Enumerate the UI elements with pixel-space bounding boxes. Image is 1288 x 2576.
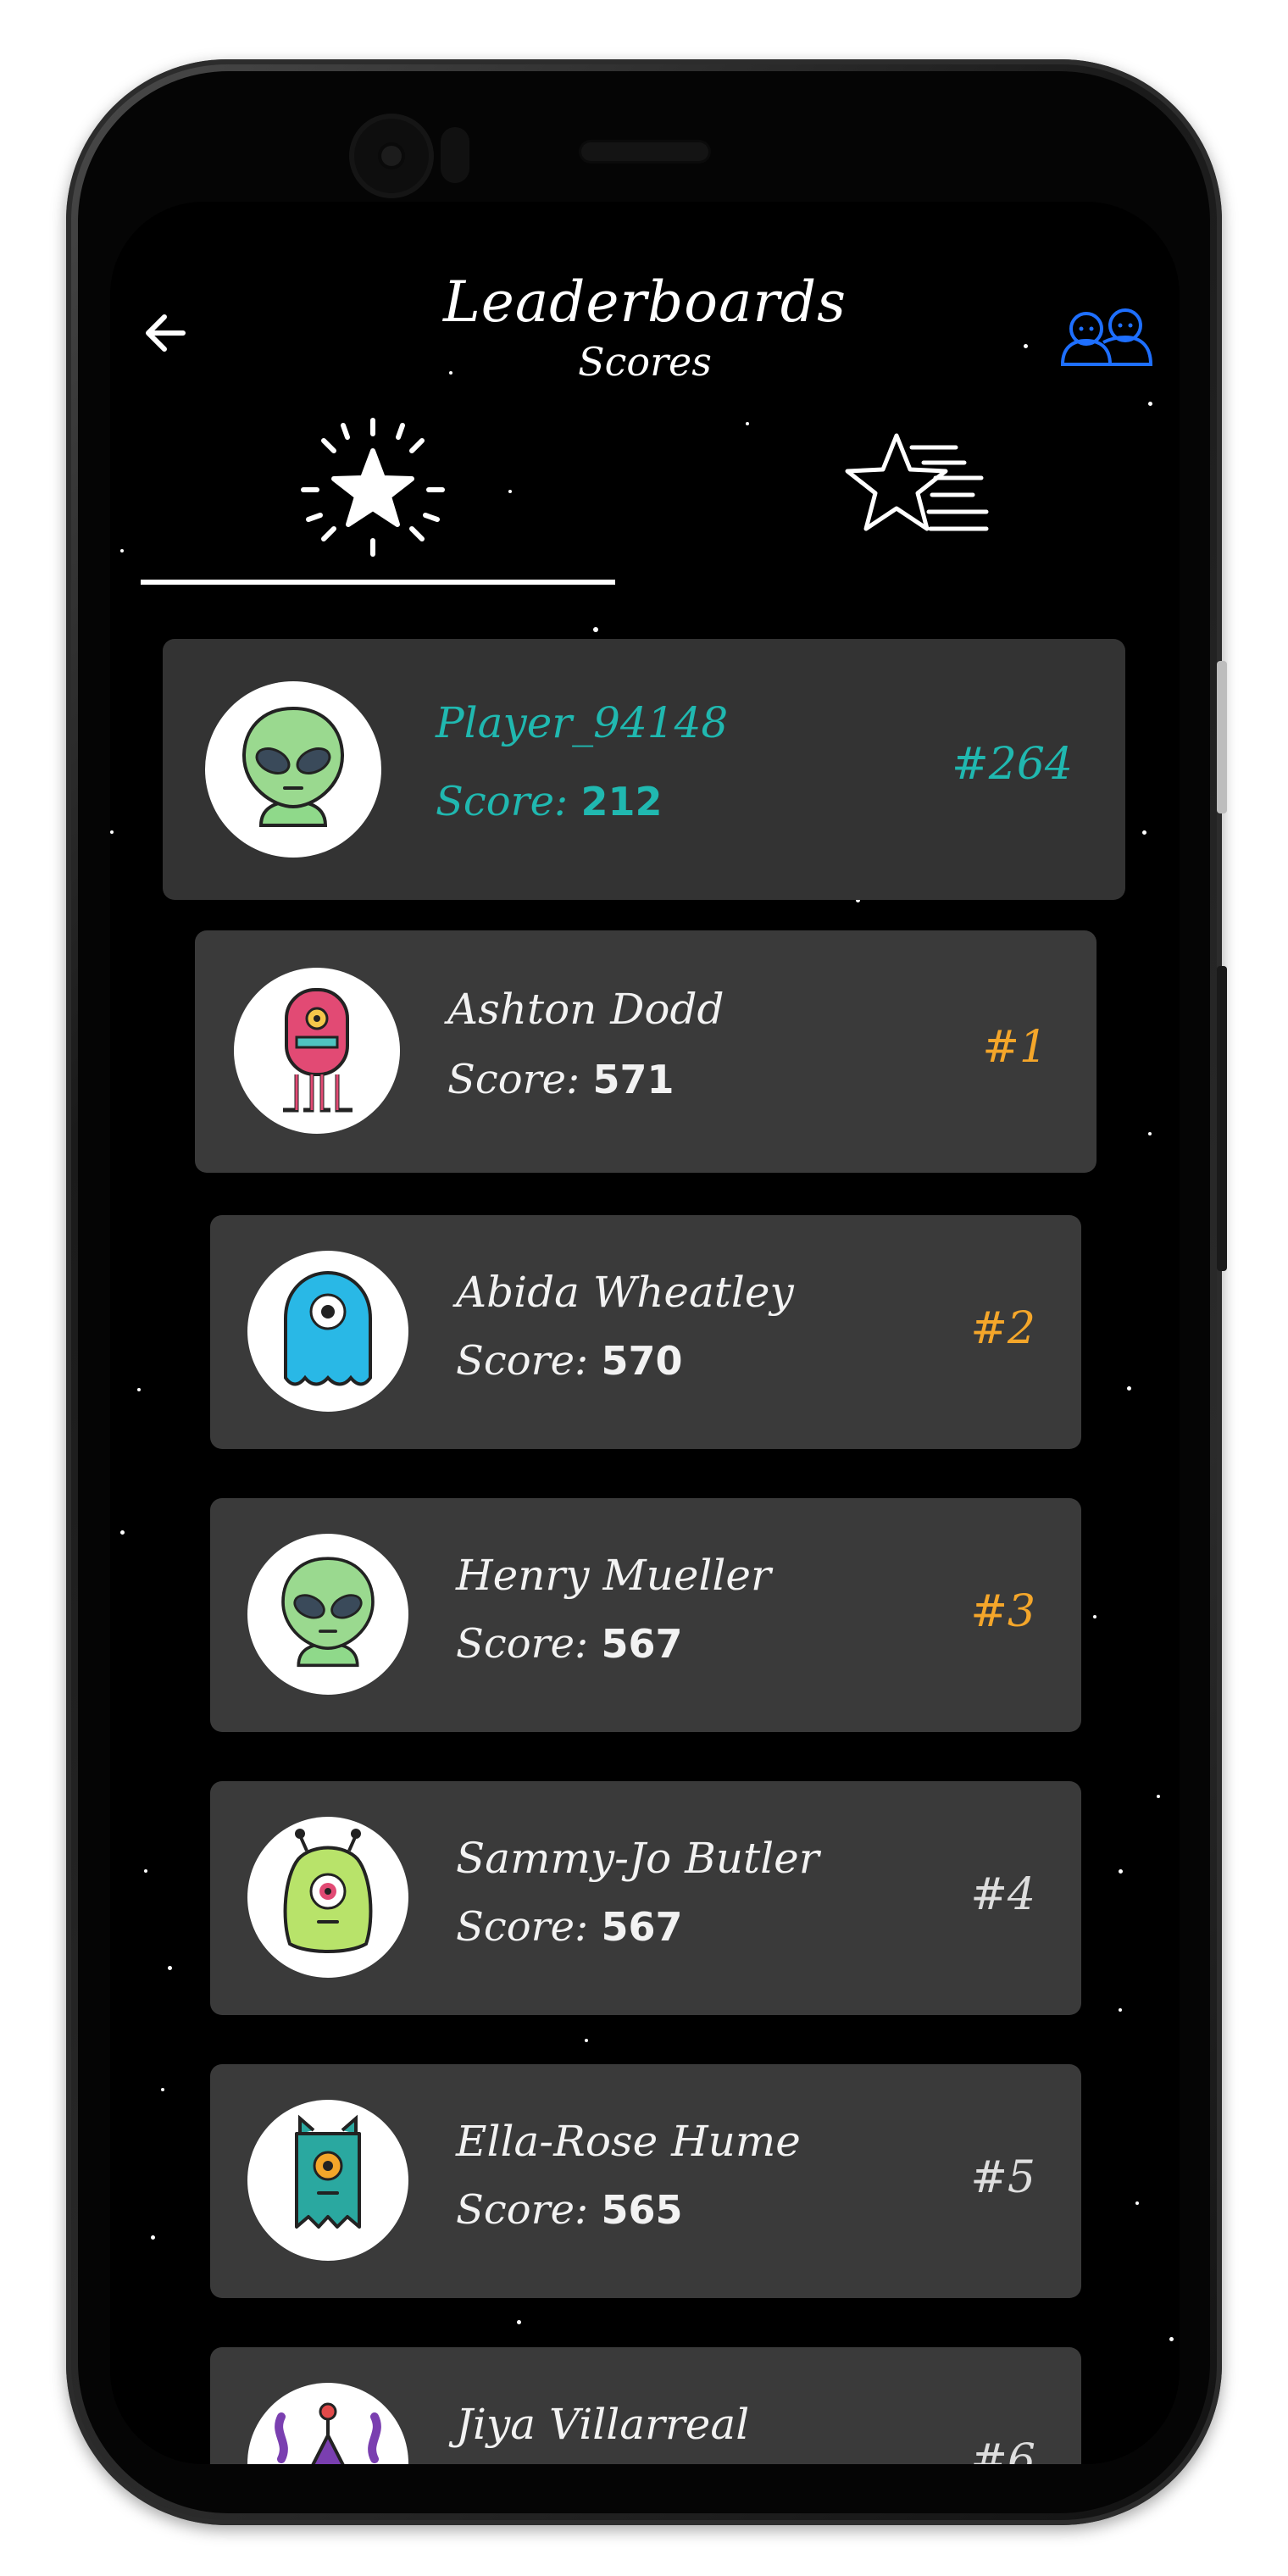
player-avatar xyxy=(247,2100,408,2261)
proximity-sensor xyxy=(441,127,469,183)
player-score: Score: 570 xyxy=(456,1337,682,1385)
player-name: Sammy-Jo Butler xyxy=(456,1834,819,1883)
leaderboard-row[interactable]: Ashton Dodd Score: 571 #1 xyxy=(195,930,1096,1173)
player-avatar xyxy=(247,2383,408,2464)
score-label: Score: xyxy=(456,1337,589,1385)
page-title: Leaderboards xyxy=(442,269,847,335)
tab-all-time[interactable] xyxy=(297,414,449,566)
player-name: Abida Wheatley xyxy=(456,1268,794,1317)
player-name: Ashton Dodd xyxy=(447,985,724,1034)
score-value: 571 xyxy=(592,1057,675,1102)
pink-robot-alien-avatar-icon xyxy=(283,988,353,1113)
player-name: Henry Mueller xyxy=(456,1551,771,1600)
score-label: Score: xyxy=(456,1620,589,1668)
current-player-avatar xyxy=(205,681,381,858)
score-label: Score: xyxy=(436,778,569,825)
green-alien-avatar-icon xyxy=(281,1557,375,1668)
player-score: Score: 571 xyxy=(447,1056,674,1103)
front-camera xyxy=(354,119,429,193)
earpiece-speaker xyxy=(581,142,708,161)
green-alien-avatar-icon xyxy=(242,706,345,827)
page-subtitle: Scores xyxy=(578,339,712,385)
shining-star-icon xyxy=(301,418,445,557)
friends-icon xyxy=(1060,308,1153,366)
score-label: Score: xyxy=(456,1903,589,1951)
current-player-rank: #264 xyxy=(952,739,1073,790)
friends-button[interactable] xyxy=(1051,303,1161,371)
player-rank: #3 xyxy=(970,1586,1035,1637)
score-label: Score: xyxy=(456,2186,589,2234)
score-value: 570 xyxy=(601,1338,683,1384)
player-score: Score: 565 xyxy=(456,2186,682,2234)
blue-ghost-alien-avatar-icon xyxy=(284,1270,372,1386)
player-score: Score: 567 xyxy=(456,1620,682,1668)
player-name: Jiya Villarreal xyxy=(456,2400,750,2449)
player-rank: #4 xyxy=(970,1869,1035,1920)
lime-blob-alien-avatar-icon xyxy=(283,1829,373,1953)
score-value: 567 xyxy=(601,1621,683,1667)
player-avatar xyxy=(247,1251,408,1412)
player-avatar xyxy=(247,1817,408,1978)
current-player-name: Player_94148 xyxy=(436,698,729,747)
leaderboard-row[interactable]: Sammy-Jo Butler Score: 567 #4 xyxy=(210,1781,1081,2015)
player-rank: #1 xyxy=(982,1022,1047,1073)
purple-octopus-alien-avatar-icon xyxy=(275,2402,381,2464)
score-value: 212 xyxy=(580,779,663,824)
leaderboard-row[interactable]: Ella-Rose Hume Score: 565 #5 xyxy=(210,2064,1081,2298)
app-screen: Leaderboards Scores Player_94148 Score: … xyxy=(110,202,1180,2464)
player-rank: #6 xyxy=(970,2435,1035,2464)
player-avatar xyxy=(234,968,400,1134)
active-tab-indicator xyxy=(141,580,615,585)
player-rank: #2 xyxy=(970,1303,1035,1354)
leaderboard-row[interactable]: Abida Wheatley Score: 570 #2 xyxy=(210,1215,1081,1449)
score-label: Score: xyxy=(447,1056,580,1103)
score-value: 565 xyxy=(601,2187,683,2233)
leaderboard-row[interactable]: Jiya Villarreal #6 xyxy=(210,2347,1081,2464)
fast-star-icon xyxy=(845,433,989,531)
teal-alien-avatar-icon xyxy=(295,2114,361,2229)
volume-button xyxy=(1217,966,1227,1271)
player-avatar xyxy=(247,1534,408,1695)
player-name: Ella-Rose Hume xyxy=(456,2117,801,2166)
current-player-score: Score: 212 xyxy=(436,778,662,825)
current-player-card[interactable]: Player_94148 Score: 212 #264 xyxy=(163,639,1125,900)
power-button xyxy=(1217,661,1227,813)
leaderboard-row[interactable]: Henry Mueller Score: 567 #3 xyxy=(210,1498,1081,1732)
player-score: Score: 567 xyxy=(456,1903,682,1951)
tab-recent[interactable] xyxy=(837,429,998,556)
player-rank: #5 xyxy=(970,2152,1035,2203)
score-value: 567 xyxy=(601,1904,683,1950)
